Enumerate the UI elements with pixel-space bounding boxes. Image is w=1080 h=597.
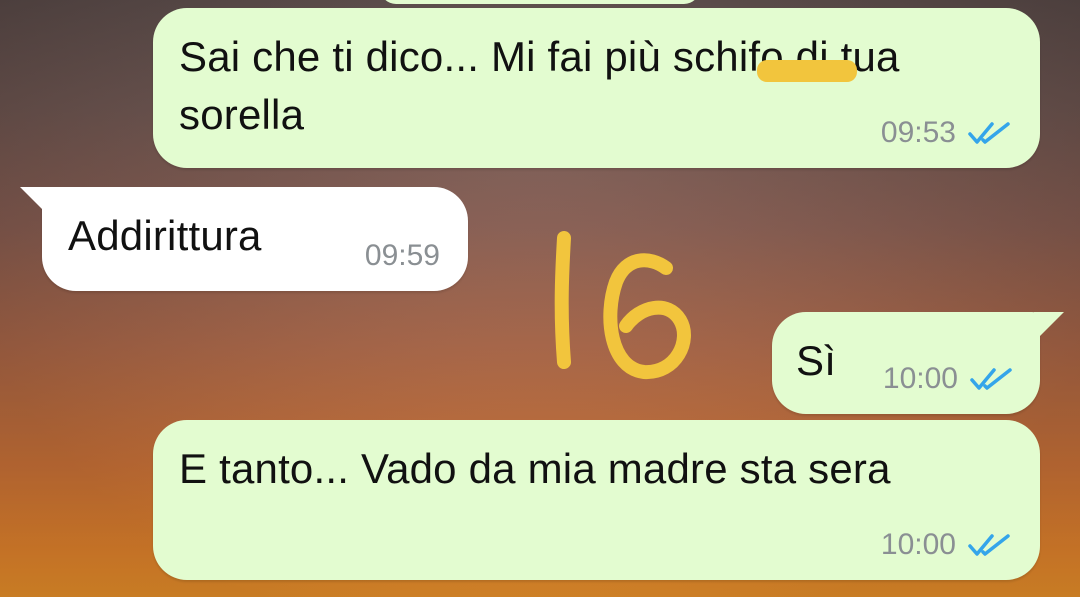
censor-highlight-mark	[757, 60, 857, 82]
outgoing-message-bubble[interactable]: Sai che ti dico... Mi fai più schifo di …	[153, 8, 1040, 168]
message-meta: 09:53	[881, 116, 1012, 150]
double-check-read-icon	[968, 122, 1010, 144]
message-meta: 09:59	[365, 239, 440, 273]
message-text-line2: sorella	[179, 91, 305, 138]
message-text: Addirittura	[68, 212, 262, 259]
message-meta: 10:00	[881, 528, 1012, 562]
message-text: Sì	[796, 337, 837, 384]
message-timestamp: 10:00	[882, 362, 958, 395]
bubble-tail	[1034, 312, 1064, 342]
message-timestamp: 09:59	[364, 239, 440, 272]
double-check-read-icon	[970, 368, 1012, 390]
message-timestamp: 10:00	[880, 528, 956, 561]
message-text: E tanto... Vado da mia madre sta sera	[179, 445, 891, 492]
handwritten-number-annotation	[554, 231, 691, 379]
message-timestamp: 09:53	[880, 116, 956, 149]
double-check-read-icon	[968, 534, 1010, 556]
message-meta: 10:00	[883, 362, 1014, 396]
outgoing-message-bubble[interactable]: E tanto... Vado da mia madre sta sera 10…	[153, 420, 1040, 580]
incoming-message-bubble[interactable]: Addirittura 09:59	[20, 187, 468, 291]
bubble-tail	[20, 187, 50, 217]
previous-message-bubble-edge	[380, 0, 700, 4]
outgoing-message-bubble[interactable]: Sì 10:00	[772, 312, 1064, 414]
